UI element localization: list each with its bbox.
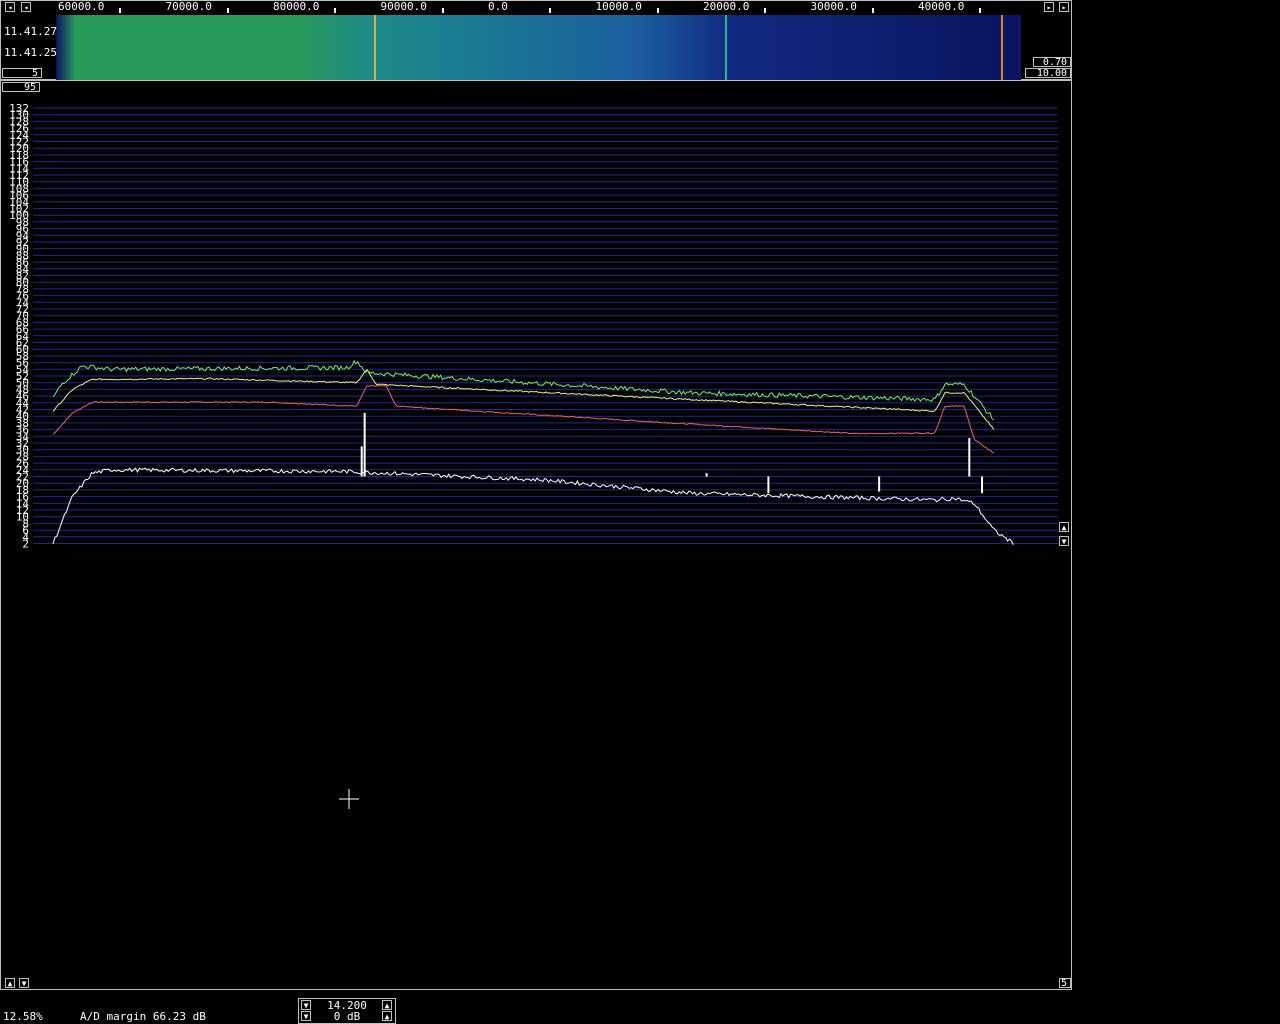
spectrum-graph[interactable]: 1321301281261241221201181161141121101081… xyxy=(1,81,1071,989)
frequency-label: 70000.0 xyxy=(165,0,212,13)
down-arrow-icon[interactable]: ▼ xyxy=(301,1011,311,1021)
spectrum-window[interactable]: 95 132 130 128 126 124 122 120 118 116 114 112 110 1… xyxy=(0,80,1072,990)
cpu-load: 12.58% xyxy=(3,1010,43,1023)
waterfall-time: 11.41.27 xyxy=(4,25,57,38)
average-box[interactable]: 5 xyxy=(2,68,42,79)
frequency-tick xyxy=(656,8,659,13)
waterfall-zero-box[interactable]: 10.00 xyxy=(1025,68,1071,79)
frequency-tick xyxy=(871,8,874,13)
frequency-label: 60000.0 xyxy=(58,0,105,13)
waterfall-gain-box[interactable]: 0.70 xyxy=(1033,57,1071,68)
waterfall-time: 11.41.25 xyxy=(4,46,57,59)
spectrum-bottom-box[interactable]: 5 xyxy=(1059,978,1071,989)
frequency-tick xyxy=(549,8,551,13)
frequency-ruler: 60000.0 70000.0 80000.0 90000.0 0.0 10000.0 20… xyxy=(33,1,1041,13)
left-arrow-icon[interactable]: ◂ xyxy=(21,2,31,12)
down-arrow-icon[interactable]: ▼ xyxy=(1059,536,1069,546)
left-arrow-icon[interactable]: ◂ xyxy=(5,2,15,12)
up-arrow-icon[interactable]: ▲ xyxy=(382,1011,392,1021)
frequency-tick xyxy=(441,8,444,13)
frequency-control[interactable]: ▼ ▲ ▼ ▲ 14.200 0 dB xyxy=(298,998,396,1024)
y-axis-label: 2 xyxy=(22,538,29,551)
up-arrow-icon[interactable]: ▲ xyxy=(382,1000,392,1010)
ad-margin: A/D margin 66.23 dB xyxy=(80,1010,206,1023)
frequency-label: 10000.0 xyxy=(595,0,642,13)
frequency-tick xyxy=(119,8,121,13)
waterfall-window[interactable]: ◂ ◂ 60000.0 70000.0 80000.0 90000.0 0.0 10000… xyxy=(0,0,1072,80)
white-trace xyxy=(52,467,1014,545)
yellow-trace xyxy=(52,369,995,431)
right-arrow-icon[interactable]: ▸ xyxy=(1059,2,1069,12)
gain-value[interactable]: 0 dB xyxy=(313,1011,381,1022)
frequency-label: 80000.0 xyxy=(273,0,320,13)
up-arrow-icon[interactable]: ▲ xyxy=(1059,522,1069,532)
frequency-label: 40000.0 xyxy=(918,0,965,13)
frequency-tick xyxy=(334,8,336,13)
waterfall-display[interactable] xyxy=(56,15,1021,80)
frequency-label: 90000.0 xyxy=(380,0,427,13)
frequency-label: 0.0 xyxy=(488,0,508,13)
frequency-label: 30000.0 xyxy=(810,0,857,13)
up-arrow-icon[interactable]: ▲ xyxy=(5,978,15,988)
frequency-tick xyxy=(979,8,981,13)
frequency-tick xyxy=(226,8,229,13)
right-arrow-icon[interactable]: ▸ xyxy=(1044,2,1054,12)
frequency-tick xyxy=(764,8,766,13)
frequency-label: 20000.0 xyxy=(703,0,750,13)
down-arrow-icon[interactable]: ▼ xyxy=(19,978,29,988)
down-arrow-icon[interactable]: ▼ xyxy=(301,1000,311,1010)
